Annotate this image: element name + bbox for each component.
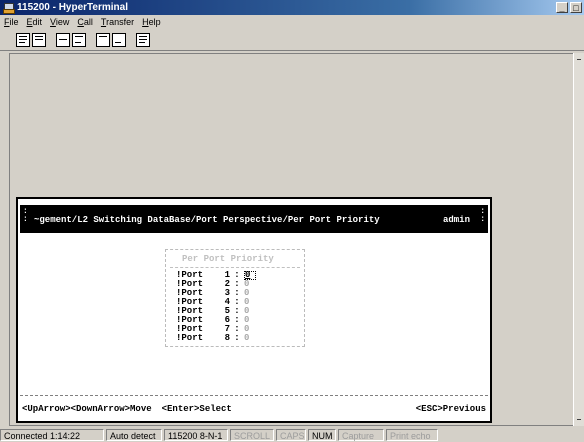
- open-icon[interactable]: [32, 32, 46, 47]
- menu-help[interactable]: Help: [138, 17, 165, 27]
- title-bar: 115200 - HyperTerminal _ □: [0, 0, 584, 15]
- receive-icon[interactable]: [112, 32, 126, 47]
- menu-bar: File Edit View Call Transfer Help: [0, 15, 584, 29]
- caps-lock-indicator: CAPS: [276, 429, 306, 441]
- port-list: !Port 1:0 !Port 2:0 !Port 3:0 !Port 4:0 !Por…: [176, 271, 256, 343]
- new-icon[interactable]: [16, 32, 30, 47]
- port-row[interactable]: !Port 8:0: [176, 334, 256, 343]
- num-lock-indicator: NUM: [308, 429, 336, 441]
- scroll-lock-indicator: SCROLL: [230, 429, 274, 441]
- connection-timer: Connected 1:14:22: [0, 429, 104, 441]
- panel-title: Per Port Priority: [182, 254, 274, 264]
- select-hint: <Enter>Select: [161, 404, 232, 414]
- print-echo-indicator: Print echo: [386, 429, 438, 441]
- capture-indicator: Capture: [338, 429, 384, 441]
- terminal-screen[interactable]: :: ~gement/L2 Switching DataBase/Port Pe…: [16, 197, 492, 423]
- vertical-scrollbar[interactable]: [573, 53, 584, 426]
- status-bar: Connected 1:14:22 Auto detect 115200 8-N…: [0, 428, 584, 442]
- window-title: 115200 - HyperTerminal: [17, 2, 128, 13]
- footer-divider: [20, 395, 488, 396]
- properties-icon[interactable]: [136, 32, 150, 47]
- minimize-button[interactable]: _: [556, 2, 568, 13]
- port-settings: 115200 8-N-1: [164, 429, 228, 441]
- per-port-priority-panel: Per Port Priority !Port 1:0 !Port 2:0 !Por…: [165, 249, 305, 347]
- menu-call[interactable]: Call: [73, 17, 97, 27]
- detect-status: Auto detect: [106, 429, 162, 441]
- menu-path: ~gement/L2 Switching DataBase/Port Persp…: [34, 215, 380, 225]
- terminal-header: :: ~gement/L2 Switching DataBase/Port Pe…: [20, 205, 488, 233]
- hyperterminal-icon: [3, 2, 15, 14]
- user-name: admin: [442, 215, 470, 225]
- previous-hint: <ESC>Previous: [415, 404, 486, 414]
- maximize-button[interactable]: □: [570, 2, 582, 13]
- send-icon[interactable]: [96, 32, 110, 47]
- connect-icon[interactable]: [56, 32, 70, 47]
- menu-edit[interactable]: Edit: [23, 17, 47, 27]
- port-priority-field[interactable]: 0: [244, 334, 254, 343]
- menu-transfer[interactable]: Transfer: [97, 17, 138, 27]
- menu-file[interactable]: File: [0, 17, 23, 27]
- move-hint: <UpArrow><DownArrow>Move: [22, 404, 152, 414]
- menu-view[interactable]: View: [46, 17, 73, 27]
- disconnect-icon[interactable]: [72, 32, 86, 47]
- toolbar: [0, 29, 584, 51]
- terminal-footer: <UpArrow><DownArrow>Move <Enter>Select <…: [22, 404, 486, 416]
